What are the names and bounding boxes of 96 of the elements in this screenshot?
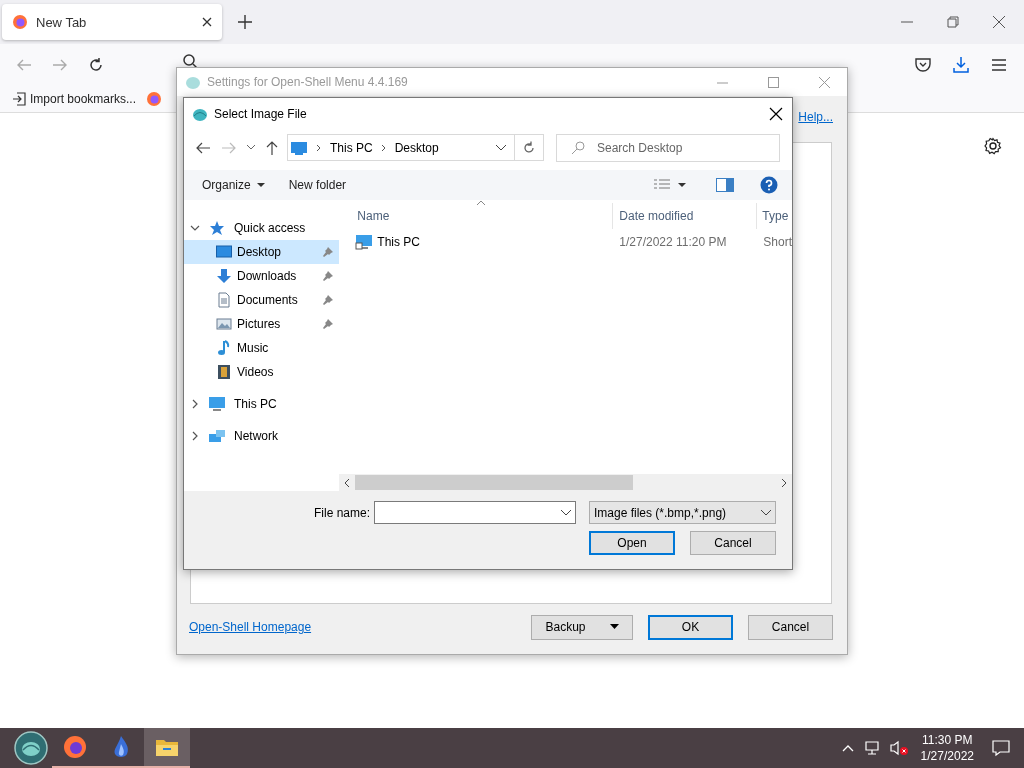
tree-item[interactable]: This PC — [184, 392, 340, 416]
recent-caret-icon[interactable] — [247, 144, 255, 151]
browser-tab[interactable]: New Tab — [2, 4, 222, 40]
caret-icon — [609, 624, 619, 630]
chevron-down-icon[interactable] — [190, 223, 200, 233]
shell-logo-icon — [185, 74, 201, 90]
dialog-button[interactable]: Cancel — [690, 531, 776, 555]
download-icon — [216, 268, 232, 284]
scroll-thumb[interactable] — [355, 475, 633, 490]
monitor-icon — [290, 140, 308, 155]
import-icon — [12, 92, 26, 106]
refresh-button[interactable] — [515, 134, 544, 161]
file-type-select[interactable]: Image files (*.bmp,*.png) — [589, 501, 776, 524]
dialog-button[interactable]: Open — [589, 531, 675, 555]
dialog-button[interactable]: Cancel — [748, 614, 833, 640]
homepage-link[interactable]: Open-Shell Homepage — [189, 620, 312, 634]
reload-icon[interactable] — [88, 57, 104, 73]
pictures-icon — [216, 316, 232, 332]
videos-icon — [216, 364, 232, 380]
start-button[interactable] — [14, 731, 48, 765]
organize-menu[interactable]: Organize — [194, 178, 273, 192]
close-icon[interactable] — [202, 17, 212, 27]
chevron-right-icon[interactable] — [380, 143, 387, 152]
firefox-icon — [12, 14, 28, 30]
notification-icon[interactable] — [992, 739, 1010, 757]
type-cell-text: Short — [762, 234, 792, 251]
tree-item[interactable]: Downloads — [184, 264, 340, 288]
network-icon — [208, 428, 226, 444]
preview-pane-icon[interactable] — [716, 178, 734, 192]
close-icon[interactable] — [993, 16, 1005, 28]
address-field[interactable]: This PC Desktop — [287, 134, 515, 161]
restore-icon[interactable] — [947, 16, 959, 28]
horizontal-scrollbar[interactable] — [339, 474, 792, 491]
settings-icon[interactable] — [984, 137, 1002, 155]
breadcrumb-item[interactable]: This PC — [330, 140, 373, 155]
download-icon[interactable] — [952, 56, 970, 74]
search-field[interactable]: Search Desktop — [556, 133, 780, 162]
computer-icon — [208, 396, 226, 412]
desktop-icon — [216, 244, 232, 260]
tree-item[interactable]: Videos — [184, 360, 340, 384]
file-name-cell[interactable]: This PC — [377, 235, 420, 249]
breadcrumb-item[interactable]: Desktop — [394, 140, 439, 155]
dialog-button[interactable]: OK — [648, 614, 733, 640]
tree-item[interactable]: Desktop — [184, 240, 340, 264]
chevron-down-icon[interactable] — [561, 509, 571, 516]
up-icon[interactable] — [265, 139, 279, 156]
chevron-down-icon[interactable] — [496, 144, 506, 151]
shortcut-icon — [355, 234, 374, 250]
pin-icon[interactable] — [323, 247, 334, 257]
music-icon — [216, 340, 232, 356]
tree-item[interactable]: Documents — [184, 288, 340, 312]
document-icon — [216, 292, 232, 308]
tree-item[interactable]: Quick access — [184, 216, 340, 240]
close-icon[interactable] — [769, 106, 783, 121]
scroll-right-icon[interactable] — [780, 477, 788, 488]
column-header[interactable]: Date modified — [612, 203, 757, 229]
dialog-title: Select Image File — [214, 106, 307, 121]
chevron-right-icon[interactable] — [190, 399, 200, 409]
search-icon — [571, 140, 585, 155]
chevron-right-icon[interactable] — [190, 431, 200, 441]
new-folder-button[interactable]: New folder — [280, 178, 355, 192]
pin-icon[interactable] — [323, 271, 334, 281]
file-name-label: File name: — [313, 505, 370, 520]
network-icon[interactable] — [862, 740, 881, 756]
pin-icon[interactable] — [323, 319, 334, 329]
refresh-icon — [522, 140, 536, 155]
caret-icon — [256, 182, 265, 188]
tree-item[interactable]: Music — [184, 336, 340, 360]
scroll-left-icon[interactable] — [343, 477, 352, 488]
tree-item[interactable]: Pictures — [184, 312, 340, 336]
clock-time: 11:30 PM — [922, 732, 973, 748]
volume-muted-icon[interactable] — [888, 740, 909, 756]
tree-item[interactable]: Network — [184, 424, 340, 448]
firefox-icon[interactable] — [146, 91, 163, 107]
window-title: Settings for Open-Shell Menu 4.4.169 — [207, 75, 408, 89]
menu-icon[interactable] — [990, 56, 1008, 74]
help-link[interactable]: Help... — [798, 110, 833, 132]
date-cell-text: 1/27/2022 11:20 PM — [618, 234, 728, 251]
chevron-right-icon[interactable] — [316, 143, 322, 152]
file-name-field[interactable] — [374, 501, 576, 524]
star-icon — [208, 220, 226, 236]
help-icon[interactable] — [760, 176, 778, 194]
search-icon[interactable] — [182, 53, 198, 69]
dropdown-button[interactable]: Backup — [531, 614, 633, 640]
maximize-icon[interactable] — [768, 76, 779, 88]
column-header[interactable]: Name — [339, 203, 613, 229]
pin-icon[interactable] — [323, 295, 334, 305]
column-header[interactable]: Type — [756, 203, 792, 229]
chevron-down-icon — [761, 509, 771, 516]
firefox-icon — [63, 735, 87, 759]
file-explorer-button[interactable] — [144, 728, 190, 768]
caret-icon[interactable] — [678, 182, 686, 188]
sort-caret-icon[interactable] — [476, 200, 487, 206]
pocket-icon[interactable] — [914, 56, 932, 74]
new-tab-icon[interactable] — [238, 15, 252, 29]
clock-date: 1/27/2022 — [920, 748, 974, 764]
